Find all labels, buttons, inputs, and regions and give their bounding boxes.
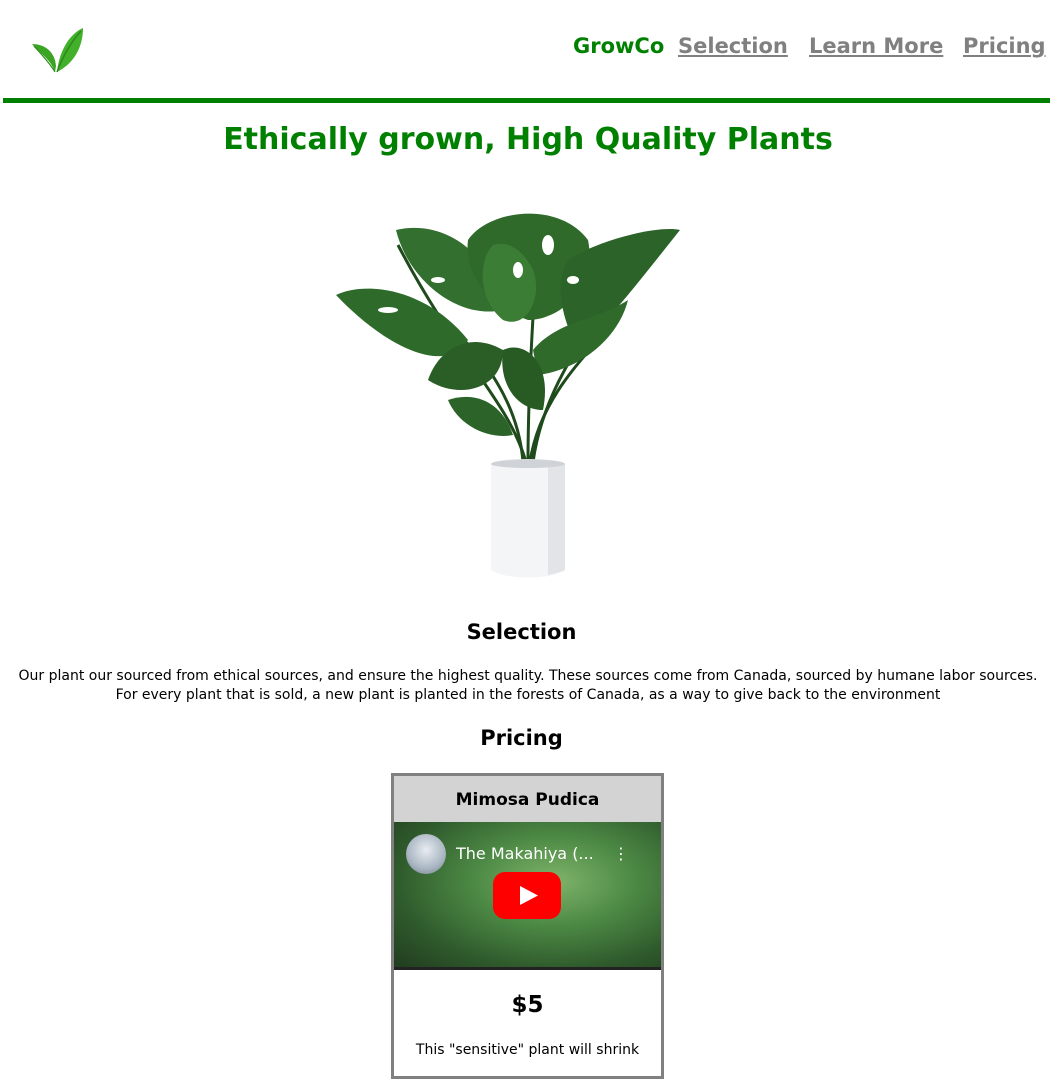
hero-title: Ethically grown, High Quality Plants [223, 122, 833, 157]
pricing-heading: Pricing [480, 726, 563, 750]
price-label: $5 [511, 992, 544, 1018]
card-title: Mimosa Pudica [394, 776, 661, 822]
potted-plant-image [336, 213, 680, 578]
pricing-card: Mimosa Pudica The Makahiya (... ⋮ $5 Thi… [391, 773, 664, 1079]
white-pot [491, 459, 565, 578]
nav-link-learn-more[interactable]: Learn More [809, 34, 943, 58]
selection-description: Our plant our sourced from ethical sourc… [0, 667, 1056, 705]
selection-text-line1: Our plant our sourced from ethical sourc… [18, 668, 1038, 684]
selection-heading: Selection [466, 620, 577, 644]
brand-name: GrowCo [573, 34, 665, 58]
video-title[interactable]: The Makahiya (... [456, 844, 594, 863]
channel-avatar[interactable] [406, 834, 446, 874]
leaf-logo-icon [32, 28, 83, 73]
video-progress-bar [394, 967, 661, 970]
more-options-icon[interactable]: ⋮ [613, 844, 629, 863]
selection-text-line2: For every plant that is sold, a new plan… [115, 687, 941, 703]
nav-link-pricing[interactable]: Pricing [963, 34, 1046, 58]
site-header: GrowCo Selection Learn More Pricing [3, 0, 1050, 103]
nav-link-selection[interactable]: Selection [678, 34, 788, 58]
youtube-video-embed[interactable]: The Makahiya (... ⋮ [394, 822, 661, 970]
play-icon[interactable] [493, 872, 561, 919]
